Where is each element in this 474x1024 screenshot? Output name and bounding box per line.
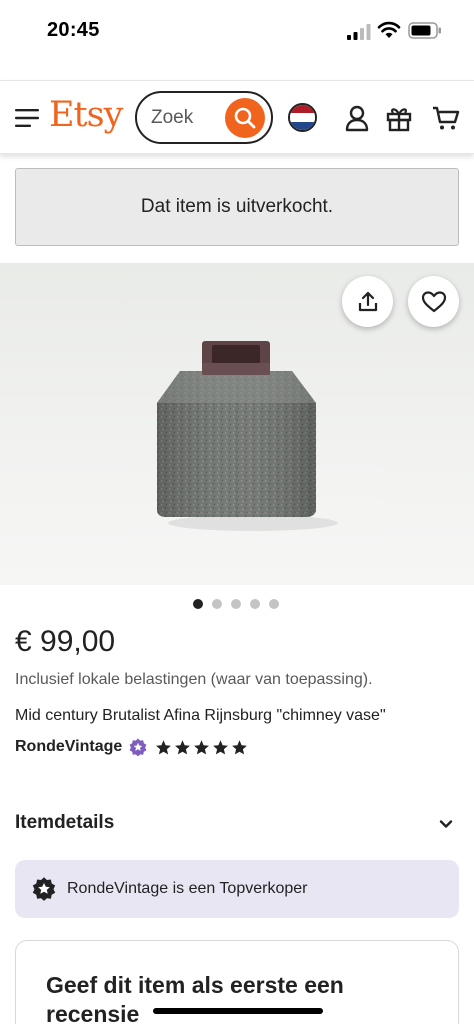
carousel-dot[interactable] [231, 599, 241, 609]
carousel-dot[interactable] [212, 599, 222, 609]
status-bar: 20:45 [0, 0, 474, 64]
search-icon [234, 107, 256, 129]
star-icon [213, 739, 229, 754]
favorite-button[interactable] [408, 276, 459, 327]
carousel-dots [193, 599, 279, 609]
top-seller-banner: RondeVintage is een Topverkoper [15, 860, 459, 918]
etsy-logo[interactable]: Etsy [49, 95, 123, 135]
home-indicator [153, 1008, 323, 1014]
gift-icon[interactable] [385, 104, 413, 132]
search-bar [135, 91, 273, 144]
item-details-toggle[interactable]: Itemdetails [15, 812, 459, 836]
star-icon [194, 739, 210, 754]
carousel-dot[interactable] [269, 599, 279, 609]
price: € 99,00 [15, 625, 116, 658]
item-details-label: Itemdetails [15, 812, 115, 833]
search-input[interactable] [151, 107, 221, 129]
cellular-signal-icon [347, 24, 371, 40]
battery-icon [408, 22, 441, 39]
tax-note: Inclusief lokale belastingen (waar van t… [15, 671, 373, 688]
carousel-dot[interactable] [250, 599, 260, 609]
netherlands-flag-icon[interactable] [288, 103, 317, 132]
menu-icon[interactable] [15, 108, 39, 128]
top-seller-text: RondeVintage is een Topverkoper [67, 880, 308, 897]
sold-out-banner: Dat item is uitverkocht. [15, 168, 459, 246]
shop-name-link[interactable]: RondeVintage [15, 738, 122, 756]
heart-icon [421, 290, 446, 312]
rating-stars [155, 739, 248, 756]
star-seller-icon [32, 877, 56, 901]
site-header: Etsy [0, 80, 474, 154]
product-image[interactable] [0, 263, 474, 585]
share-icon [358, 291, 377, 311]
chevron-down-icon [439, 820, 453, 828]
star-seller-badge-icon [129, 738, 147, 756]
wifi-icon [377, 21, 401, 38]
cart-icon[interactable] [432, 104, 460, 132]
star-icon [156, 739, 172, 754]
shop-row: RondeVintage [15, 737, 248, 757]
star-icon [175, 739, 191, 754]
review-prompt-title: Geef dit item als eerste een recensie [46, 972, 344, 1024]
vase-photo [157, 341, 316, 517]
carousel-dot[interactable] [193, 599, 203, 609]
search-button[interactable] [225, 98, 265, 138]
account-icon[interactable] [343, 104, 371, 132]
share-button[interactable] [342, 276, 393, 327]
status-time: 20:45 [47, 19, 100, 41]
product-title: Mid century Brutalist Afina Rijnsburg "c… [15, 707, 386, 724]
star-icon [232, 739, 248, 754]
